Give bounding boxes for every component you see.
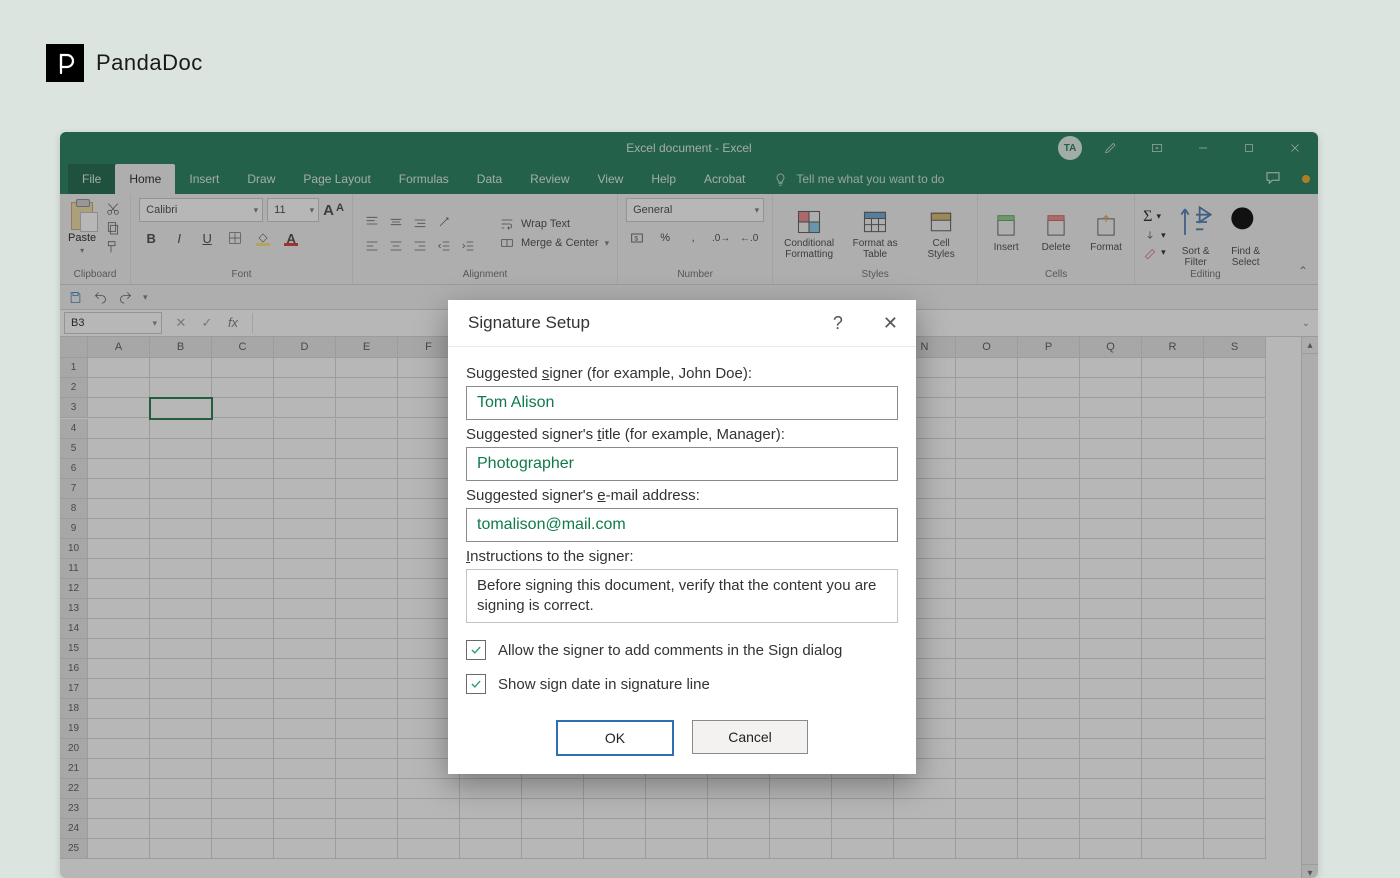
allow-comments-checkbox[interactable] [466,640,486,660]
pandadoc-brand: PandaDoc [46,44,203,82]
allow-comments-label: Allow the signer to add comments in the … [498,642,842,659]
signer-input[interactable] [466,386,898,420]
signer-email-label: Suggested signer's e-mail address: [466,487,898,504]
pandadoc-logo-icon [46,44,84,82]
instructions-textarea[interactable] [466,569,898,623]
dialog-title: Signature Setup [468,313,590,333]
signer-email-input[interactable] [466,508,898,542]
instructions-label: Instructions to the signer: [466,548,898,565]
signer-label: Suggested signer (for example, John Doe)… [466,365,898,382]
pandadoc-wordmark: PandaDoc [96,50,203,76]
signature-setup-dialog: Signature Setup ? ✕ Suggested signer (fo… [448,300,916,774]
dialog-help-button[interactable]: ? [833,313,843,334]
signer-title-label: Suggested signer's title (for example, M… [466,426,898,443]
ok-button[interactable]: OK [556,720,674,756]
cancel-button[interactable]: Cancel [692,720,808,754]
signer-title-input[interactable] [466,447,898,481]
show-date-label: Show sign date in signature line [498,676,710,693]
dialog-title-bar: Signature Setup ? ✕ [448,300,916,347]
dialog-close-button[interactable]: ✕ [883,313,898,334]
show-date-checkbox[interactable] [466,674,486,694]
